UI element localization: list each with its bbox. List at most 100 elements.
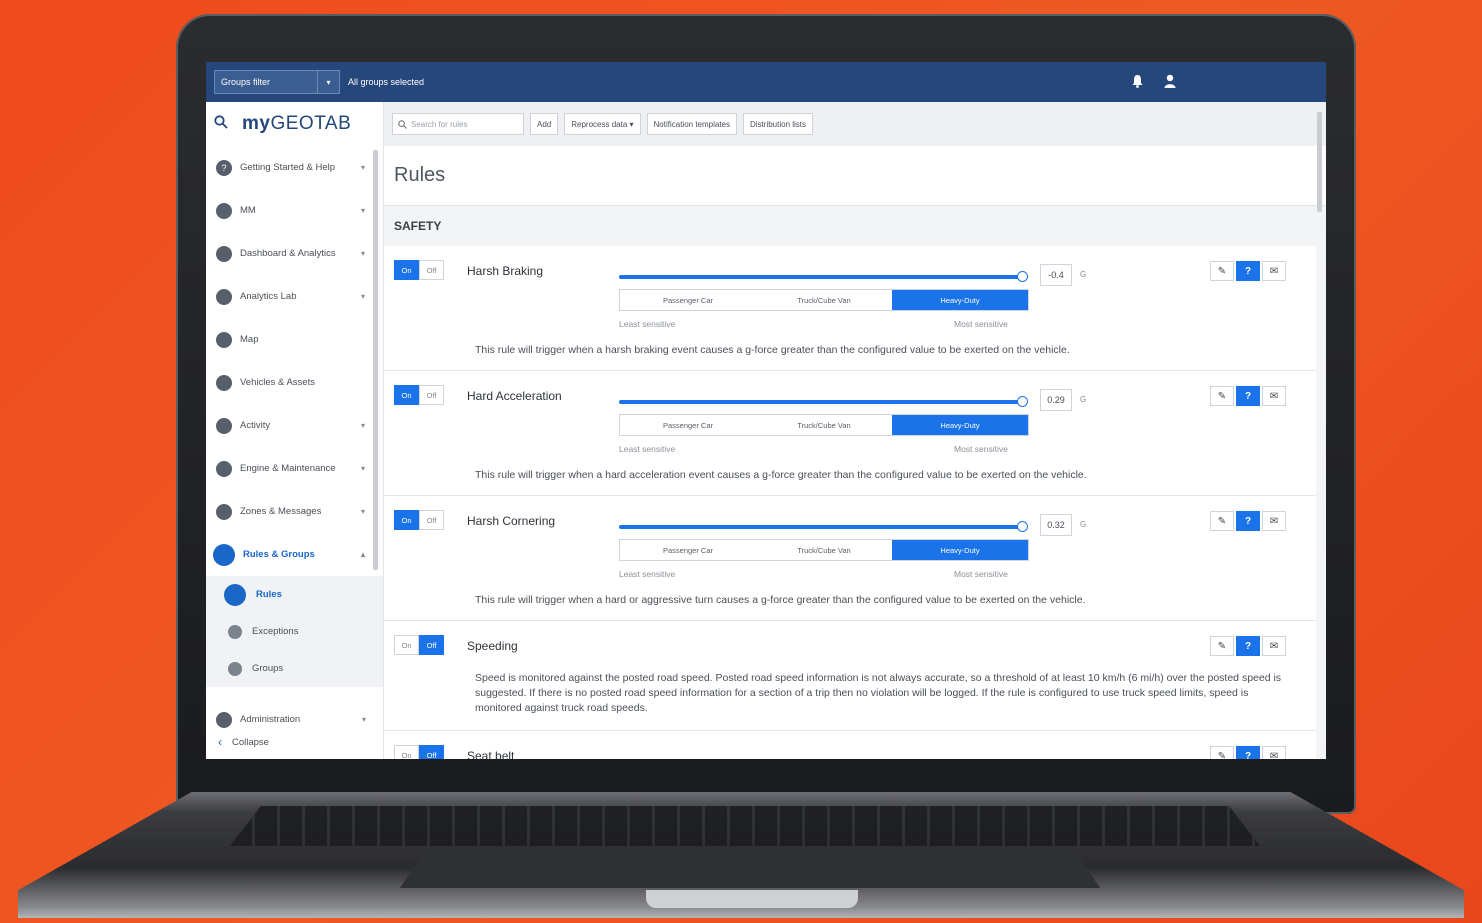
help-button[interactable]: ? (1236, 636, 1260, 656)
sensitivity-slider-handle[interactable] (1017, 271, 1028, 282)
chevron-down-icon: ▾ (360, 464, 365, 473)
toggle-on[interactable]: On (394, 260, 419, 280)
value-input[interactable]: 0.32 (1040, 514, 1072, 536)
edit-icon[interactable]: ✎ (1210, 261, 1234, 281)
vehicle-type-heavy[interactable]: Heavy-Duty (892, 540, 1028, 560)
chevron-down-icon: ▾ (360, 421, 365, 430)
sidebar-item-vehicles[interactable]: Vehicles & Assets (206, 361, 383, 404)
vehicle-type-passenger[interactable]: Passenger Car (620, 290, 756, 310)
edit-icon[interactable]: ✎ (1210, 386, 1234, 406)
vehicle-type-passenger[interactable]: Passenger Car (620, 540, 756, 560)
mail-icon[interactable]: ✉ (1262, 261, 1286, 281)
reprocess-data-button[interactable]: Reprocess data ▾ (564, 113, 641, 135)
most-sensitive-label[interactable]: Most sensitive (954, 569, 1008, 579)
edit-icon[interactable]: ✎ (1210, 511, 1234, 531)
rule-card-harsh-cornering: On Off Harsh Cornering 0.32 G Passenger … (384, 496, 1316, 621)
help-button[interactable]: ? (1236, 511, 1260, 531)
sidebar-item-getting-started[interactable]: ? Getting Started & Help ▾ (206, 146, 383, 189)
mail-icon[interactable]: ✉ (1262, 636, 1286, 656)
rule-toggle[interactable]: On Off (394, 260, 444, 280)
least-sensitive-label: Least sensitive (619, 569, 676, 579)
search-icon[interactable] (214, 115, 228, 133)
search-placeholder: Search for rules (411, 119, 468, 129)
puzzle-icon (216, 202, 232, 219)
rule-toggle[interactable]: On Off (394, 510, 444, 530)
sensitivity-slider-track[interactable] (619, 525, 1023, 529)
distribution-lists-button[interactable]: Distribution lists (743, 113, 814, 135)
sidebar-item-zones[interactable]: Zones & Messages ▾ (206, 490, 383, 533)
edit-icon[interactable]: ✎ (1210, 746, 1234, 759)
toggle-on[interactable]: On (394, 385, 419, 405)
unit-label: G (1080, 520, 1087, 529)
toggle-on[interactable]: On (394, 510, 419, 530)
sidebar-scrollbar[interactable] (373, 150, 378, 570)
vehicle-type-truck[interactable]: Truck/Cube Van (756, 415, 892, 435)
groups-filter-dropdown[interactable]: ▾ (318, 70, 340, 94)
rule-toggle[interactable]: On Off (394, 745, 444, 759)
edit-icon[interactable]: ✎ (1210, 636, 1234, 656)
value-input[interactable]: 0.29 (1040, 389, 1072, 411)
vehicle-type-heavy[interactable]: Heavy-Duty (892, 290, 1028, 310)
bell-icon[interactable] (1131, 74, 1144, 91)
vehicle-type-truck[interactable]: Truck/Cube Van (756, 540, 892, 560)
sensitivity-slider-handle[interactable] (1017, 521, 1028, 532)
sensitivity-slider-track[interactable] (619, 400, 1023, 404)
user-icon[interactable] (1164, 74, 1176, 91)
collapse-button[interactable]: ‹ Collapse (206, 728, 269, 756)
chevron-up-icon: ▴ (360, 550, 365, 559)
mygeotab-logo[interactable]: myGEOTAB (242, 113, 351, 135)
rule-description: Speed is monitored against the posted ro… (475, 672, 1282, 714)
toggle-off[interactable]: Off (419, 635, 444, 655)
toolbar: Search for rules Add Reprocess data ▾ No… (384, 102, 1326, 146)
exceptions-icon (228, 624, 242, 639)
vehicle-type-passenger[interactable]: Passenger Car (620, 415, 756, 435)
sidebar-item-dashboard[interactable]: Dashboard & Analytics ▾ (206, 232, 383, 275)
rule-toggle[interactable]: On Off (394, 635, 444, 655)
sidebar-subitem-exceptions[interactable]: Exceptions (206, 613, 383, 650)
sidebar-subitem-groups[interactable]: Groups (206, 650, 383, 687)
sensitivity-slider-track[interactable] (619, 275, 1023, 279)
vehicle-type-selector: Passenger Car Truck/Cube Van Heavy-Duty (619, 539, 1029, 561)
sidebar-item-analytics-lab[interactable]: Analytics Lab ▾ (206, 275, 383, 318)
vehicle-type-heavy[interactable]: Heavy-Duty (892, 415, 1028, 435)
section-title: SAFETY (394, 219, 442, 233)
groups-filter-button[interactable]: Groups filter (214, 70, 318, 94)
toggle-off[interactable]: Off (419, 260, 444, 280)
search-input[interactable]: Search for rules (392, 113, 524, 135)
most-sensitive-label[interactable]: Most sensitive (954, 444, 1008, 454)
sensitivity-slider-handle[interactable] (1017, 396, 1028, 407)
rule-name: Harsh Braking (467, 264, 544, 278)
notification-templates-button[interactable]: Notification templates (646, 113, 737, 135)
laptop-notch (646, 890, 858, 908)
toggle-off[interactable]: Off (419, 385, 444, 405)
help-button[interactable]: ? (1236, 386, 1260, 406)
rule-actions: ✎ ? ✉ (1210, 511, 1286, 531)
search-icon (398, 119, 407, 129)
toggle-off[interactable]: Off (419, 745, 444, 759)
main-scrollbar[interactable] (1317, 112, 1322, 212)
vehicle-type-truck[interactable]: Truck/Cube Van (756, 290, 892, 310)
sidebar-item-activity[interactable]: Activity ▾ (206, 404, 383, 447)
rule-description: This rule will trigger when a harsh brak… (475, 344, 1070, 356)
rule-card-speeding: On Off Speeding Speed is monitored again… (384, 621, 1316, 731)
sidebar-item-rules-groups[interactable]: Rules & Groups ▴ (206, 533, 383, 576)
toggle-off[interactable]: Off (419, 510, 444, 530)
chevron-left-icon: ‹ (218, 735, 222, 749)
most-sensitive-label[interactable]: Most sensitive (954, 319, 1008, 329)
toggle-on[interactable]: On (394, 635, 419, 655)
vehicle-type-selector: Passenger Car Truck/Cube Van Heavy-Duty (619, 414, 1029, 436)
sidebar-item-engine[interactable]: Engine & Maintenance ▾ (206, 447, 383, 490)
value-input[interactable]: -0.4 (1040, 264, 1072, 286)
sidebar-item-map[interactable]: Map (206, 318, 383, 361)
sidebar-subitem-rules[interactable]: Rules (206, 576, 383, 613)
mail-icon[interactable]: ✉ (1262, 511, 1286, 531)
mail-icon[interactable]: ✉ (1262, 386, 1286, 406)
sidebar-item-mm[interactable]: MM ▾ (206, 189, 383, 232)
sidebar-item-label: Administration (240, 714, 301, 725)
help-button[interactable]: ? (1236, 746, 1260, 759)
help-button[interactable]: ? (1236, 261, 1260, 281)
rule-toggle[interactable]: On Off (394, 385, 444, 405)
toggle-on[interactable]: On (394, 745, 419, 759)
mail-icon[interactable]: ✉ (1262, 746, 1286, 759)
add-button[interactable]: Add (530, 113, 559, 135)
